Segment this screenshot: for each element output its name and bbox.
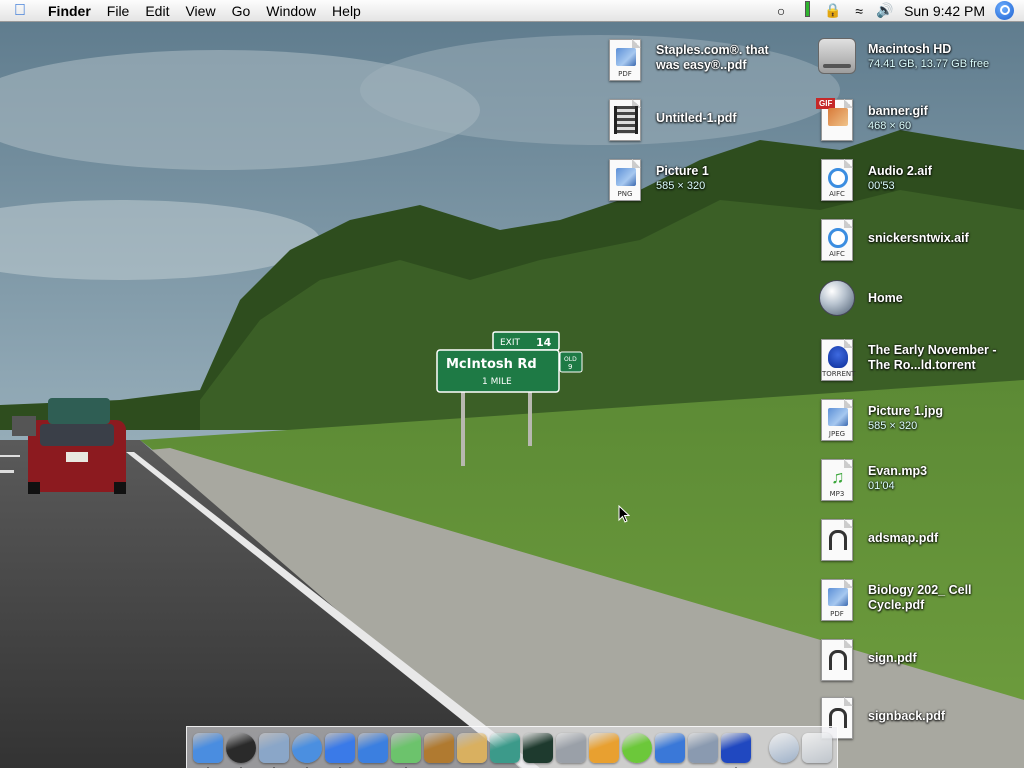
- desktop-icon-audio-2[interactable]: AIFC Audio 2.aif 00'53: [818, 152, 932, 204]
- desktop-icon-banner-gif[interactable]: GIF banner.gif 468 × 60: [816, 92, 928, 144]
- dock-finder-icon[interactable]: [193, 732, 223, 768]
- menu-app-finder[interactable]: Finder: [40, 0, 99, 22]
- jpeg-image-icon: JPEG: [821, 399, 853, 441]
- desktop-icon-label: Picture 1: [656, 163, 709, 178]
- menu-edit[interactable]: Edit: [137, 0, 177, 22]
- desktop-icon-evan-mp3[interactable]: ♫ MP3 Evan.mp3 01'04: [818, 452, 927, 504]
- sign-distance: 1 MILE: [482, 377, 512, 387]
- desktop-icon-label: The Early November - The Ro...ld.torrent: [868, 343, 997, 372]
- dock-word-icon[interactable]: [358, 732, 388, 763]
- dock-ichat-icon[interactable]: [325, 732, 355, 768]
- desktop-icon-label: sign.pdf: [868, 650, 917, 665]
- dock-itunes-icon[interactable]: [391, 732, 421, 768]
- menu-window[interactable]: Window: [258, 0, 324, 22]
- ichat-status-icon[interactable]: ○: [768, 3, 794, 19]
- desktop-icon-label: Biology 202_ Cell Cycle.pdf: [868, 583, 972, 612]
- sign-exit-number: 14: [536, 336, 552, 349]
- dock-azureus-icon[interactable]: [721, 732, 751, 768]
- dock: [186, 726, 838, 768]
- desktop-icon-label: Picture 1.jpg: [868, 403, 944, 418]
- mp3-audio-icon: ♫ MP3: [821, 459, 853, 501]
- menu-view[interactable]: View: [177, 0, 223, 22]
- pdf-document-icon: PDF: [609, 39, 641, 81]
- desktop-icon-label: Untitled-1.pdf: [656, 110, 737, 125]
- menu-extras: ○ 🔒 ≈ 🔊 Sun 9:42 PM: [768, 0, 1024, 22]
- dock-itunes-store-icon[interactable]: [490, 732, 520, 763]
- desktop-icon-label: adsmap.pdf: [868, 530, 939, 545]
- menu-clock[interactable]: Sun 9:42 PM: [898, 3, 995, 19]
- desktop-icon-label: Evan.mp3: [868, 463, 928, 478]
- sign-road-name: McIntosh Rd: [446, 357, 537, 372]
- desktop-icon-picture-1-jpg[interactable]: JPEG Picture 1.jpg 585 × 320: [818, 392, 943, 444]
- film-pdf-icon: [609, 99, 641, 141]
- desktop-icon-info: 74.41 GB, 13.77 GB free: [868, 57, 990, 70]
- gif-image-icon: GIF: [816, 98, 853, 141]
- desktop-icon-torrent[interactable]: TORRENT The Early November - The Ro...ld…: [818, 332, 1008, 384]
- desktop-icon-adsmap-pdf[interactable]: adsmap.pdf: [818, 512, 938, 564]
- wifi-icon[interactable]: ≈: [846, 3, 872, 19]
- dock-bbedit-icon[interactable]: [688, 732, 718, 763]
- sign-exit-label: EXIT: [500, 338, 521, 348]
- png-image-icon: PNG: [609, 159, 641, 201]
- desktop-icon-label: banner.gif: [868, 103, 928, 118]
- desktop-icon-home[interactable]: Home: [818, 272, 903, 324]
- menu-bar:  Finder File Edit View Go Window Help ○…: [0, 0, 1024, 22]
- dock-mail-icon[interactable]: [259, 732, 289, 768]
- apple-menu-icon[interactable]: : [0, 2, 40, 20]
- desktop-icon-info: 00'53: [868, 179, 895, 192]
- menu-go[interactable]: Go: [224, 0, 259, 22]
- desktop-icon-label: signback.pdf: [868, 708, 946, 723]
- desktop-icon-untitled-pdf[interactable]: Untitled-1.pdf: [606, 92, 737, 144]
- dock-iphoto-icon[interactable]: [424, 732, 454, 763]
- desktop-icon-info: 01'04: [868, 479, 895, 492]
- dock-system-preferences-icon[interactable]: [556, 732, 586, 763]
- desktop-icon-info: 585 × 320: [656, 179, 706, 192]
- sign-old-label: OLD: [564, 356, 577, 363]
- dock-address-book-icon[interactable]: [457, 732, 487, 763]
- desktop-icon-label: Audio 2.aif: [868, 163, 932, 178]
- plug-pdf-icon: [821, 519, 853, 561]
- dock-activity-monitor-icon[interactable]: [523, 732, 553, 763]
- mouse-cursor-icon: [618, 505, 630, 523]
- dock-safari-icon[interactable]: [292, 732, 322, 768]
- desktop-icon-staples-pdf[interactable]: PDF Staples.com®. that was easy®..pdf: [606, 32, 776, 84]
- menu-help[interactable]: Help: [324, 0, 369, 22]
- desktop-icon-macintosh-hd[interactable]: Macintosh HD 74.41 GB, 13.77 GB free: [818, 30, 989, 82]
- dock-dreamweaver-icon[interactable]: [622, 732, 652, 763]
- desktop-icon-label: Macintosh HD: [868, 41, 952, 56]
- red-car: [28, 420, 126, 494]
- desktop-icon-info: 585 × 320: [868, 419, 918, 432]
- dock-trash-icon[interactable]: [802, 732, 832, 763]
- volume-icon[interactable]: 🔊: [872, 2, 898, 19]
- hard-drive-icon: [818, 38, 856, 74]
- aiff-audio-icon: AIFC: [821, 219, 853, 261]
- desktop-icon-info: 468 × 60: [868, 119, 912, 132]
- menu-file[interactable]: File: [99, 0, 138, 22]
- desktop-icon-biology-pdf[interactable]: PDF Biology 202_ Cell Cycle.pdf: [818, 572, 998, 624]
- plug-pdf-icon: [821, 639, 853, 681]
- desktop-icon-picture-1[interactable]: PNG Picture 1 585 × 320: [606, 152, 709, 204]
- dock-dashboard-icon[interactable]: [226, 732, 256, 768]
- dock-transmit-icon[interactable]: [589, 732, 619, 763]
- battery-icon[interactable]: [794, 1, 820, 20]
- desktop-icon-label: Home: [868, 290, 903, 305]
- sign-old-number: 9: [568, 363, 572, 371]
- keychain-lock-icon[interactable]: 🔒: [820, 2, 846, 19]
- dock-feather-app-icon[interactable]: [655, 732, 685, 763]
- aiff-audio-icon: AIFC: [821, 159, 853, 201]
- home-alias-icon: [819, 280, 855, 316]
- desktop-icon-sign-pdf[interactable]: sign.pdf: [818, 632, 917, 684]
- desktop-icon-label: Staples.com®. that was easy®..pdf: [656, 43, 769, 72]
- torrent-file-icon: TORRENT: [821, 339, 855, 381]
- desktop-icon-label: snickersntwix.aif: [868, 230, 969, 245]
- desktop-icon-snickersntwix[interactable]: AIFC snickersntwix.aif: [818, 212, 969, 264]
- dock-network-globe-icon[interactable]: [769, 732, 799, 763]
- pdf-document-icon: PDF: [821, 579, 853, 621]
- spotlight-search-icon[interactable]: [995, 1, 1014, 20]
